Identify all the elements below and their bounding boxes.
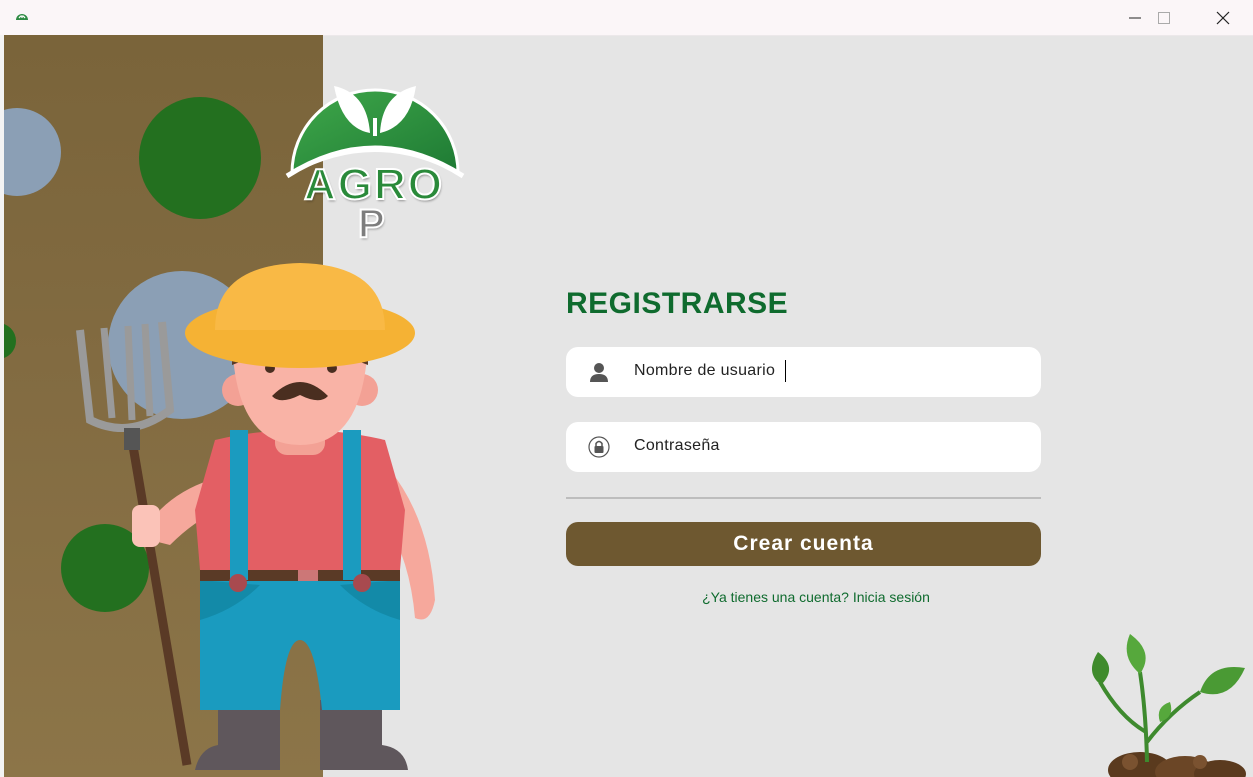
decorative-circle bbox=[61, 524, 149, 612]
agro-logo: AGRO P bbox=[282, 58, 468, 253]
decorative-circle bbox=[139, 97, 261, 219]
username-field[interactable]: Nombre de usuario bbox=[566, 347, 1041, 397]
decorative-circle bbox=[4, 108, 61, 196]
password-field[interactable]: Contraseña bbox=[566, 422, 1041, 472]
close-icon bbox=[1216, 11, 1230, 24]
logo-text-p: P bbox=[357, 201, 386, 247]
form-divider bbox=[566, 497, 1041, 499]
username-value[interactable]: Nombre de usuario bbox=[634, 362, 775, 380]
login-link[interactable]: ¿Ya tienes una cuenta? Inicia sesión bbox=[566, 589, 1066, 605]
sprout-icon bbox=[1091, 634, 1246, 777]
right-arm bbox=[385, 470, 435, 620]
text-caret bbox=[785, 360, 786, 382]
close-button[interactable] bbox=[1194, 0, 1252, 35]
decorative-circle bbox=[4, 323, 16, 359]
app-logo-icon bbox=[16, 14, 28, 20]
right-boot bbox=[320, 700, 408, 770]
create-account-button[interactable]: Crear cuenta bbox=[566, 522, 1041, 566]
decorative-panel bbox=[4, 35, 323, 777]
window-titlebar bbox=[0, 0, 1253, 36]
decorative-circle bbox=[108, 271, 256, 419]
user-icon bbox=[590, 363, 608, 382]
password-value[interactable]: Contraseña bbox=[634, 437, 720, 455]
page-title: REGISTRARSE bbox=[566, 287, 789, 320]
maximize-button[interactable] bbox=[1135, 0, 1193, 35]
maximize-icon bbox=[1158, 11, 1170, 24]
lock-icon bbox=[588, 436, 610, 458]
